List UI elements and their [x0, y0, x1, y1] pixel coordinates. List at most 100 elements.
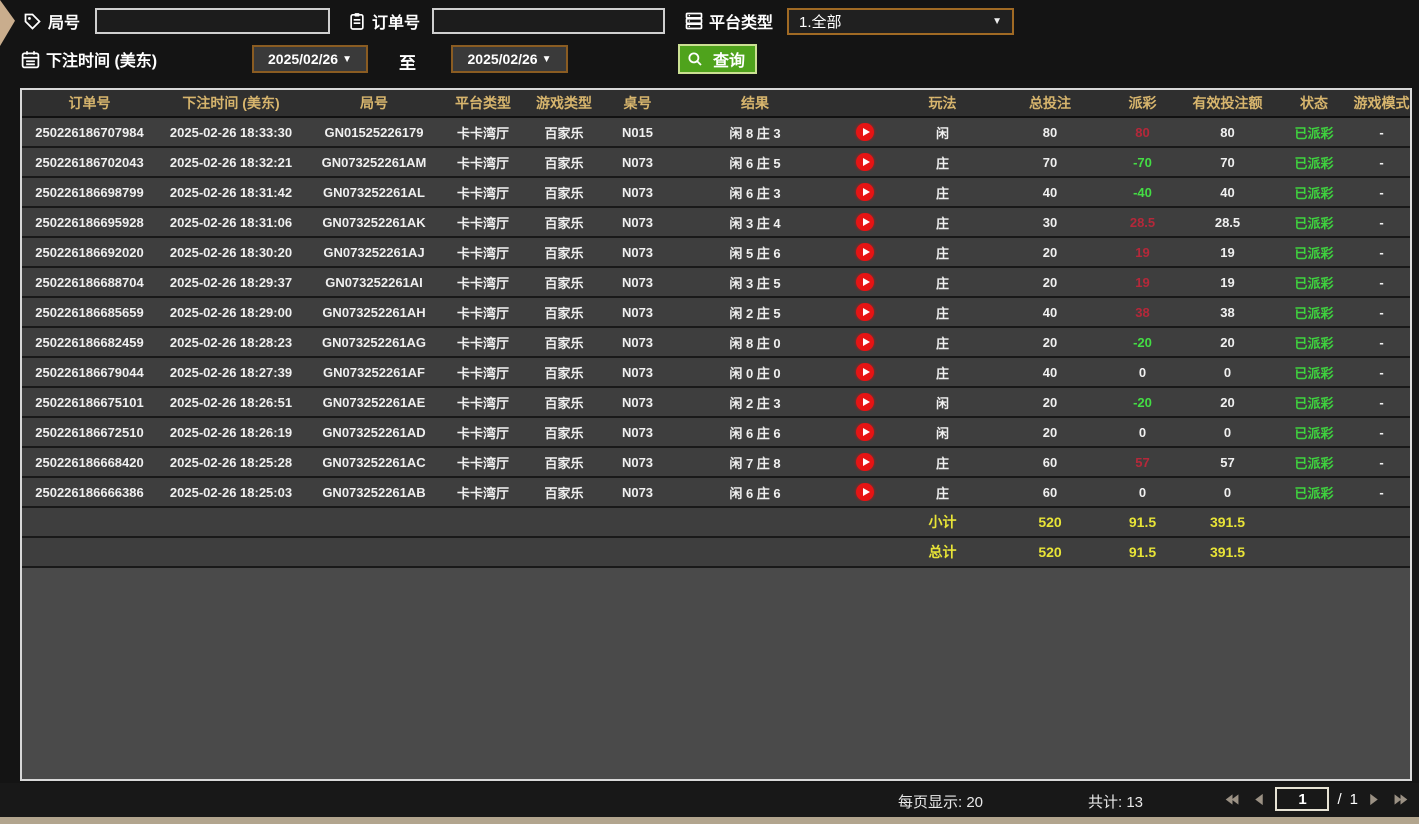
replay-button[interactable]: [856, 243, 874, 261]
page-separator: /: [1337, 791, 1341, 808]
clipboard-icon: [347, 11, 367, 32]
replay-button[interactable]: [856, 183, 874, 201]
last-page-icon[interactable]: [1390, 790, 1411, 809]
bet-history-screen: 局号 订单号 平台类型 1.全部 ▼: [0, 0, 1419, 824]
pagination-bar: 每页显示: 20 共计: 13 / 1: [0, 783, 1419, 817]
cell-order_no: 250226186695928: [22, 215, 157, 230]
table-row: 2502261866987992025-02-26 18:31:42GN0732…: [22, 178, 1410, 208]
replay-button[interactable]: [856, 363, 874, 381]
replay-button[interactable]: [856, 453, 874, 471]
cell-result: 闲 8 庄 0: [670, 333, 840, 352]
cell-game_mode: -: [1353, 245, 1410, 260]
search-button[interactable]: 查询: [678, 44, 757, 74]
cell-payout: -40: [1105, 185, 1180, 200]
cell-valid_bet: 19: [1180, 275, 1275, 290]
cell-total_bet: 20: [995, 335, 1105, 350]
cell-result: 闲 6 庄 6: [670, 423, 840, 442]
cell-bet_time: 2025-02-26 18:27:39: [157, 365, 305, 380]
column-header-bet_time: 下注时间 (美东): [157, 93, 305, 113]
date-to-value: 2025/02/26: [468, 51, 538, 67]
cell-game_type: 百家乐: [523, 363, 605, 382]
cell-order_no: 250226186672510: [22, 425, 157, 440]
date-from-picker[interactable]: 2025/02/26 ▼: [252, 45, 368, 73]
cell-order_no: 250226186668420: [22, 455, 157, 470]
column-header-table_no: 桌号: [605, 93, 670, 113]
cell-game_mode: -: [1353, 455, 1410, 470]
summary-label: 小计: [890, 512, 995, 532]
cell-play_type: 庄: [890, 453, 995, 472]
summary-valid_bet: 391.5: [1180, 544, 1275, 560]
replay-button[interactable]: [856, 273, 874, 291]
cell-bet_time: 2025-02-26 18:28:23: [157, 335, 305, 350]
cell-valid_bet: 40: [1180, 185, 1275, 200]
order-no-filter: 订单号: [347, 9, 420, 33]
replay-button[interactable]: [856, 483, 874, 501]
cell-valid_bet: 28.5: [1180, 215, 1275, 230]
first-page-icon[interactable]: [1222, 790, 1243, 809]
play-icon: [863, 278, 870, 286]
replay-button[interactable]: [856, 153, 874, 171]
cell-table_no: N073: [605, 305, 670, 320]
cell-game_no: GN073252261AL: [305, 185, 443, 200]
replay-cell: [840, 213, 890, 231]
cell-status: 已派彩: [1275, 363, 1353, 382]
cell-valid_bet: 0: [1180, 425, 1275, 440]
cell-platform: 卡卡湾厅: [443, 453, 523, 472]
replay-cell: [840, 363, 890, 381]
cell-payout: 19: [1105, 245, 1180, 260]
cell-order_no: 250226186692020: [22, 245, 157, 260]
panel-collapse-arrow[interactable]: [0, 0, 15, 46]
play-icon: [863, 338, 870, 346]
search-button-label: 查询: [713, 47, 745, 71]
cell-payout: 19: [1105, 275, 1180, 290]
date-to-picker[interactable]: 2025/02/26 ▼: [451, 45, 568, 73]
play-icon: [863, 308, 870, 316]
cell-total_bet: 20: [995, 425, 1105, 440]
cell-table_no: N073: [605, 155, 670, 170]
table-row: 2502261866663862025-02-26 18:25:03GN0732…: [22, 478, 1410, 508]
replay-cell: [840, 393, 890, 411]
cell-valid_bet: 0: [1180, 365, 1275, 380]
replay-button[interactable]: [856, 213, 874, 231]
replay-button[interactable]: [856, 303, 874, 321]
cell-bet_time: 2025-02-26 18:31:06: [157, 215, 305, 230]
table-row: 2502261867079842025-02-26 18:33:30GN0152…: [22, 118, 1410, 148]
replay-cell: [840, 423, 890, 441]
platform-type-select[interactable]: 1.全部 ▼: [787, 8, 1014, 35]
cell-game_no: GN073252261AH: [305, 305, 443, 320]
prev-page-icon[interactable]: [1251, 790, 1267, 809]
page-input[interactable]: [1275, 787, 1329, 811]
column-header-total_bet: 总投注: [995, 93, 1105, 113]
cell-game_no: GN073252261AD: [305, 425, 443, 440]
replay-button[interactable]: [856, 393, 874, 411]
column-header-valid_bet: 有效投注额: [1180, 93, 1275, 113]
cell-platform: 卡卡湾厅: [443, 213, 523, 232]
tag-icon: [22, 11, 43, 32]
cell-total_bet: 60: [995, 485, 1105, 500]
cell-payout: 0: [1105, 425, 1180, 440]
next-page-icon[interactable]: [1366, 790, 1382, 809]
cell-result: 闲 0 庄 0: [670, 363, 840, 382]
play-icon: [863, 188, 870, 196]
cell-status: 已派彩: [1275, 273, 1353, 292]
cell-play_type: 庄: [890, 273, 995, 292]
column-header-game_mode: 游戏模式: [1353, 93, 1410, 113]
cell-total_bet: 20: [995, 245, 1105, 260]
cell-game_type: 百家乐: [523, 423, 605, 442]
cell-bet_time: 2025-02-26 18:29:37: [157, 275, 305, 290]
table-row: 2502261866959282025-02-26 18:31:06GN0732…: [22, 208, 1410, 238]
game-no-label: 局号: [48, 9, 80, 33]
replay-cell: [840, 243, 890, 261]
cell-platform: 卡卡湾厅: [443, 423, 523, 442]
cell-total_bet: 60: [995, 455, 1105, 470]
cell-status: 已派彩: [1275, 213, 1353, 232]
cell-bet_time: 2025-02-26 18:25:03: [157, 485, 305, 500]
cell-game_mode: -: [1353, 395, 1410, 410]
replay-button[interactable]: [856, 123, 874, 141]
order-no-input[interactable]: [432, 8, 665, 34]
game-no-input[interactable]: [95, 8, 330, 34]
cell-game_no: GN073252261AE: [305, 395, 443, 410]
replay-button[interactable]: [856, 333, 874, 351]
replay-button[interactable]: [856, 423, 874, 441]
cell-bet_time: 2025-02-26 18:29:00: [157, 305, 305, 320]
